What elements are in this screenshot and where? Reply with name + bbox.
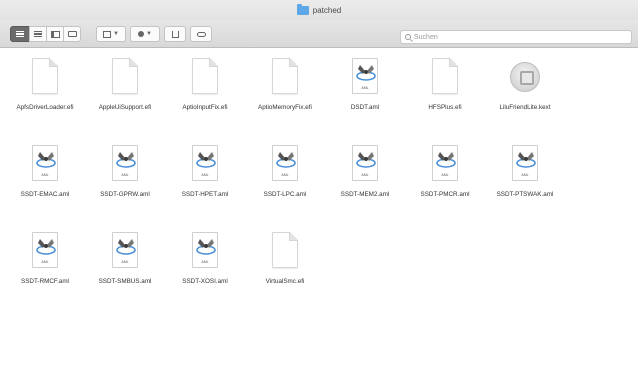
file-name: SSDT-MEM2.aml [340,191,390,198]
aml-file-icon: AML [265,143,305,187]
icon-view-button[interactable] [10,26,30,42]
file-name: SSDT-XOSI.aml [182,278,228,285]
file-name: AptioMemoryFix.efi [258,104,312,111]
search-input[interactable]: Suchen [400,30,632,44]
chevron-down-icon: ▼ [146,31,152,37]
kext-icon [505,56,545,100]
document-icon [425,56,465,100]
gear-icon [138,31,145,37]
file-item[interactable]: ApfsDriverLoader.efi [5,54,85,141]
file-item[interactable]: AptioInputFix.efi [165,54,245,141]
title-bar: patched [0,0,638,20]
document-icon [265,56,305,100]
aml-file-icon: AML [185,230,225,274]
aml-label: AML [201,260,209,264]
aml-file-icon: AML [345,56,385,100]
finder-window: patched ▼ ▼ Suchen ApfsDriverLoader.efi … [0,0,638,381]
aml-label: AML [521,173,529,177]
view-segment [10,26,81,42]
search-icon [405,34,411,40]
aml-file-icon: AML [25,143,65,187]
aml-file-icon: AML [505,143,545,187]
document-icon [265,230,305,274]
aml-label: AML [441,173,449,177]
file-name: ApfsDriverLoader.efi [16,104,74,111]
aml-label: AML [361,86,369,90]
file-name: SSDT-EMAC.aml [20,191,70,198]
share-icon [171,30,179,38]
file-item[interactable]: AptioMemoryFix.efi [245,54,325,141]
aml-file-icon: AML [105,143,145,187]
file-name: VirtualSmc.efi [265,278,305,285]
aml-label: AML [121,260,129,264]
file-name: SSDT-HPET.aml [181,191,229,198]
file-name: SSDT-RMCF.aml [21,278,69,285]
aml-file-icon: AML [105,230,145,274]
share-button[interactable] [164,26,186,42]
file-name: SSDT-PTSWAK.aml [496,191,554,198]
file-name: SSDT-GPRW.aml [100,191,150,198]
aml-label: AML [201,173,209,177]
file-item[interactable]: VirtualSmc.efi [245,228,325,315]
file-name: SSDT-SMBUS.aml [98,278,152,285]
aml-label: AML [121,173,129,177]
column-view-button[interactable] [46,26,64,42]
file-item[interactable]: AML SSDT-RMCF.aml [5,228,85,315]
aml-file-icon: AML [25,230,65,274]
document-icon [25,56,65,100]
gallery-view-button[interactable] [63,26,81,42]
file-item[interactable]: AML DSDT.aml [325,54,405,141]
file-item[interactable]: AML SSDT-EMAC.aml [5,141,85,228]
file-name: SSDT-PMCR.aml [420,191,470,198]
file-name: HFSPlus.efi [428,104,462,111]
aml-label: AML [41,173,49,177]
icon-view-icon [16,31,24,37]
aml-label: AML [41,260,49,264]
aml-file-icon: AML [185,143,225,187]
tags-button[interactable] [190,26,212,42]
document-icon [185,56,225,100]
file-name: DSDT.aml [350,104,380,111]
file-name: LiluFriendLite.kext [499,104,551,111]
file-item[interactable]: AML SSDT-HPET.aml [165,141,245,228]
file-name: AppleUiSupport.efi [98,104,152,111]
aml-file-icon: AML [345,143,385,187]
list-view-button[interactable] [29,26,47,42]
file-grid: ApfsDriverLoader.efi AppleUiSupport.efi Ap… [0,48,638,381]
file-item[interactable]: AppleUiSupport.efi [85,54,165,141]
list-view-icon [34,31,42,37]
file-name: AptioInputFix.efi [182,104,228,111]
aml-label: AML [281,173,289,177]
aml-file-icon: AML [425,143,465,187]
file-name: SSDT-LPC.aml [263,191,307,198]
search-placeholder: Suchen [414,33,438,41]
file-item[interactable]: HFSPlus.efi [405,54,485,141]
file-item[interactable]: AML SSDT-MEM2.aml [325,141,405,228]
file-item[interactable]: LiluFriendLite.kext [485,54,565,141]
gallery-view-icon [67,31,77,37]
window-title: patched [312,5,342,15]
aml-label: AML [361,173,369,177]
folder-icon [296,3,309,15]
file-item[interactable]: AML SSDT-SMBUS.aml [85,228,165,315]
arrange-group: ▼ ▼ [96,26,216,42]
action-button[interactable]: ▼ [130,26,160,42]
file-item[interactable]: AML SSDT-XOSI.aml [165,228,245,315]
file-item[interactable]: AML SSDT-PMCR.aml [405,141,485,228]
file-item[interactable]: AML SSDT-GPRW.aml [85,141,165,228]
document-icon [105,56,145,100]
column-view-icon [50,30,60,38]
chevron-down-icon: ▼ [113,31,119,37]
file-item[interactable]: AML SSDT-PTSWAK.aml [485,141,565,228]
arrange-icon [103,30,112,38]
arrange-button[interactable]: ▼ [96,26,126,42]
tag-icon [196,31,206,37]
file-item[interactable]: AML SSDT-LPC.aml [245,141,325,228]
file-list: ApfsDriverLoader.efi AppleUiSupport.efi Ap… [5,54,635,315]
